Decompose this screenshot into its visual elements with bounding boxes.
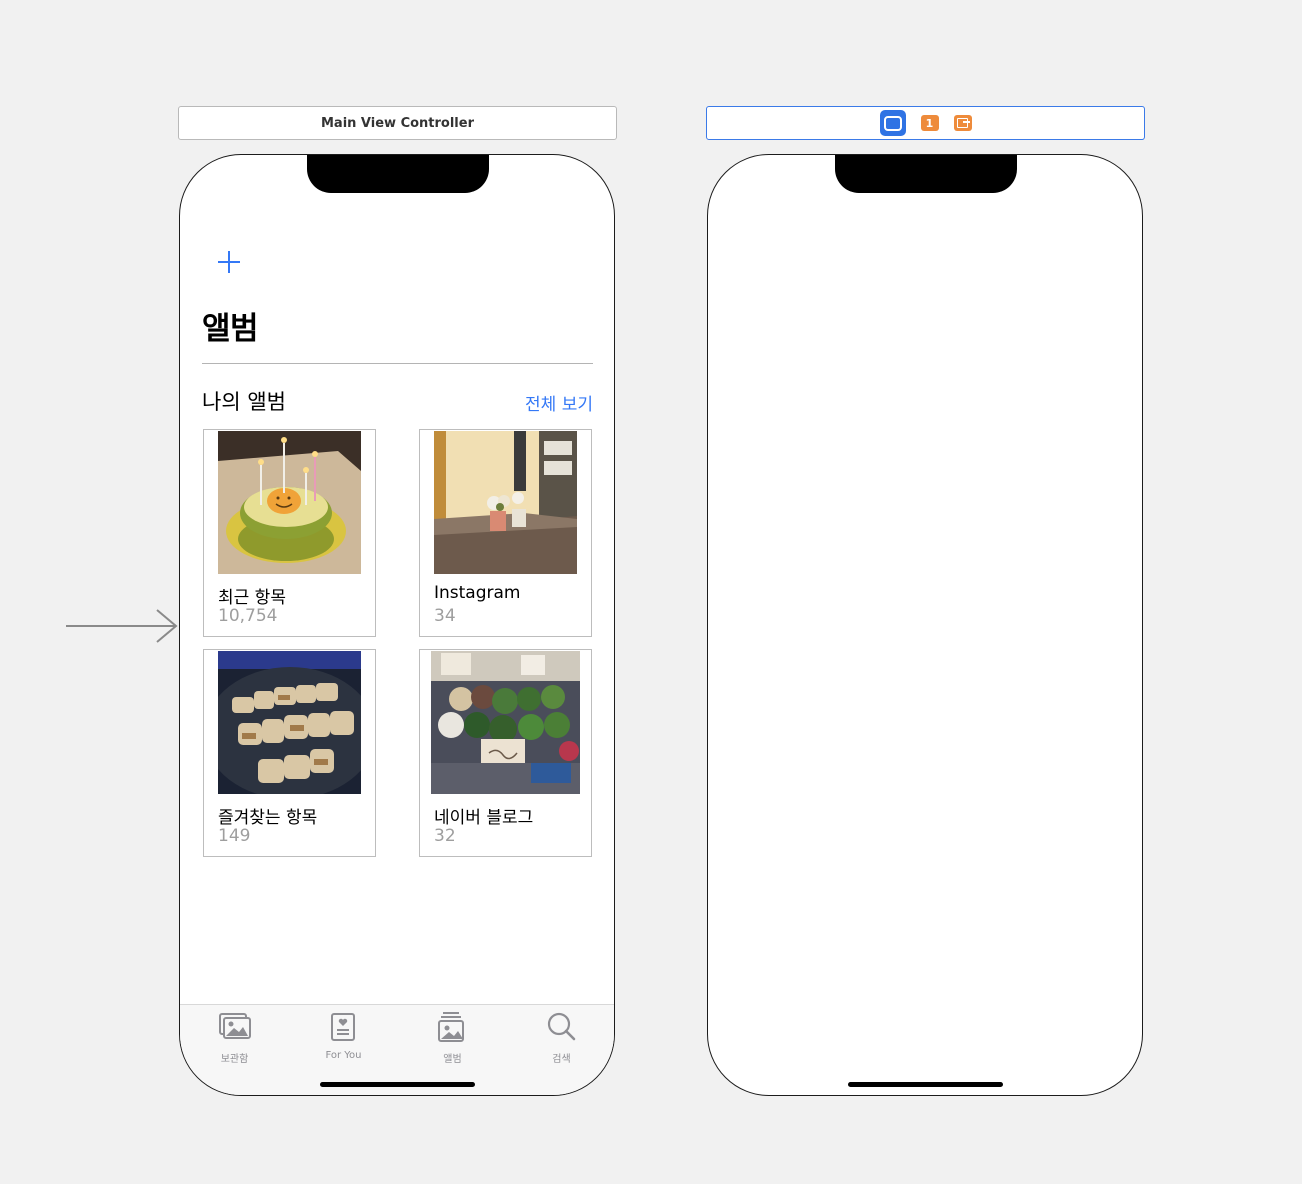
home-indicator <box>848 1082 1003 1087</box>
tab-label: 앨범 <box>443 1054 462 1065</box>
album-count: 32 <box>434 826 456 846</box>
tab-albums[interactable]: 앨범 <box>398 1011 507 1065</box>
album-count: 10,754 <box>218 606 278 626</box>
album-name: 즐겨찾는 항목 <box>218 808 318 828</box>
grilled-pork-photo-thumbnail <box>218 651 361 794</box>
tab-search[interactable]: 검색 <box>507 1011 614 1065</box>
entry-point-arrow-icon[interactable] <box>66 608 180 646</box>
tab-label: 보관함 <box>220 1054 249 1065</box>
photo-library-icon <box>219 1013 251 1039</box>
scene-dock-selected[interactable]: 1 <box>706 106 1145 140</box>
device-notch <box>307 155 489 193</box>
tab-for-you[interactable]: For You <box>289 1011 398 1065</box>
album-count: 149 <box>218 826 251 846</box>
main-view-controller-screen: 앨범 나의 앨범 전체 보기 최근 항목 10,754 Instagram 34… <box>179 154 615 1096</box>
album-card[interactable]: 즐겨찾는 항목 149 <box>203 649 376 857</box>
album-name: 최근 항목 <box>218 588 286 608</box>
view-controller-icon[interactable] <box>879 110 906 136</box>
add-album-button[interactable] <box>218 251 240 273</box>
search-icon <box>547 1012 576 1041</box>
albums-icon <box>438 1012 464 1042</box>
scene-title: Main View Controller <box>320 115 474 131</box>
section-title: 나의 앨범 <box>202 390 286 414</box>
empty-view-controller-screen[interactable] <box>707 154 1143 1096</box>
flowerpot-photo-thumbnail <box>434 431 577 574</box>
album-card[interactable]: 최근 항목 10,754 <box>203 429 376 637</box>
first-responder-icon[interactable]: 1 <box>920 115 939 131</box>
album-name: Instagram <box>434 583 521 603</box>
scene-dock-main-view-controller[interactable]: Main View Controller <box>178 106 617 140</box>
tab-label: For You <box>325 1050 362 1061</box>
album-count: 34 <box>434 606 456 626</box>
device-notch <box>835 155 1017 193</box>
divider <box>202 363 593 364</box>
tab-label: 검색 <box>552 1054 571 1065</box>
tab-library[interactable]: 보관함 <box>180 1011 289 1065</box>
see-all-button[interactable]: 전체 보기 <box>525 390 593 415</box>
for-you-icon <box>331 1013 355 1041</box>
home-indicator <box>320 1082 475 1087</box>
cake-photo-thumbnail <box>218 431 361 574</box>
exit-icon[interactable] <box>953 115 972 131</box>
page-title: 앨범 <box>202 311 259 347</box>
vegetable-market-photo-thumbnail <box>431 651 580 794</box>
album-name: 네이버 블로그 <box>434 808 534 828</box>
album-card[interactable]: Instagram 34 <box>419 429 592 637</box>
album-card[interactable]: 네이버 블로그 32 <box>419 649 592 857</box>
